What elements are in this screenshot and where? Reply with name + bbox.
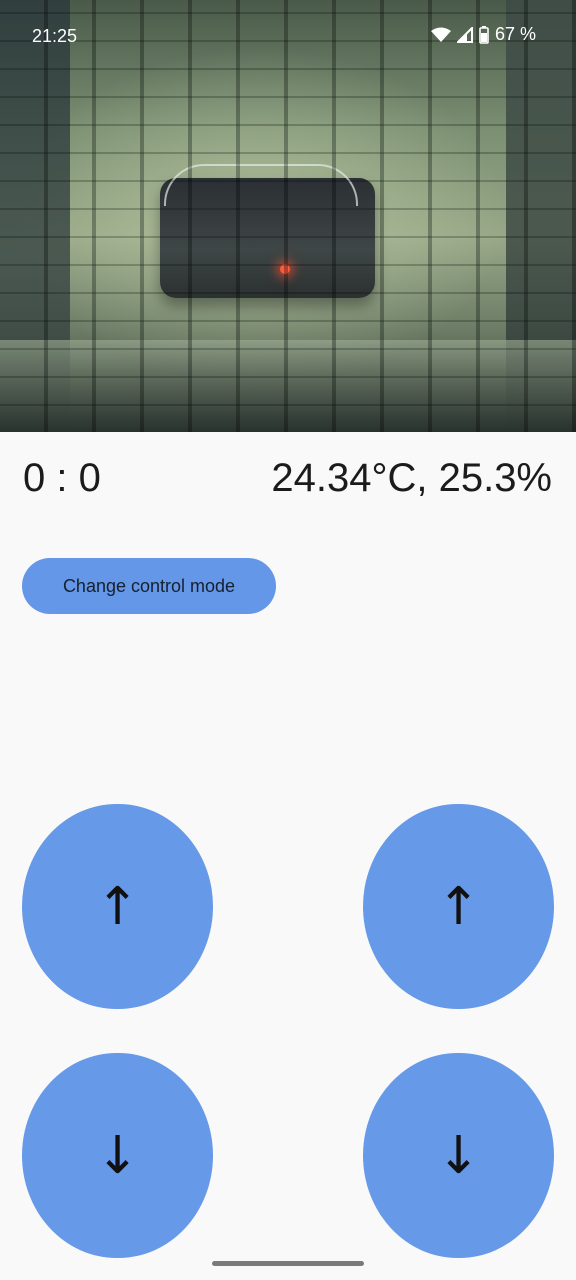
battery-icon: [479, 25, 489, 44]
left-backward-button[interactable]: ↓: [22, 1053, 213, 1258]
battery-percent: 67 %: [494, 24, 536, 44]
cell-signal-icon: [456, 26, 473, 43]
status-time: 21:25: [32, 26, 78, 46]
home-indicator[interactable]: [212, 1261, 364, 1266]
change-control-mode-button[interactable]: Change control mode: [22, 558, 276, 614]
wifi-icon: [430, 27, 451, 43]
status-icons: 67 %: [430, 24, 536, 45]
arrow-down-icon: ↓: [436, 1125, 481, 1186]
right-forward-button[interactable]: ↑: [363, 804, 554, 1009]
arrow-up-icon: ↑: [436, 876, 481, 937]
arrow-up-icon: ↑: [95, 876, 140, 937]
counter-readout: 0 : 0: [23, 456, 101, 500]
left-forward-button[interactable]: ↑: [22, 804, 213, 1009]
arrow-down-icon: ↓: [95, 1125, 140, 1186]
right-backward-button[interactable]: ↓: [363, 1053, 554, 1258]
status-bar: 21:25 67 %: [0, 0, 576, 72]
sensor-readout: 24.34°C, 25.3%: [271, 456, 552, 500]
